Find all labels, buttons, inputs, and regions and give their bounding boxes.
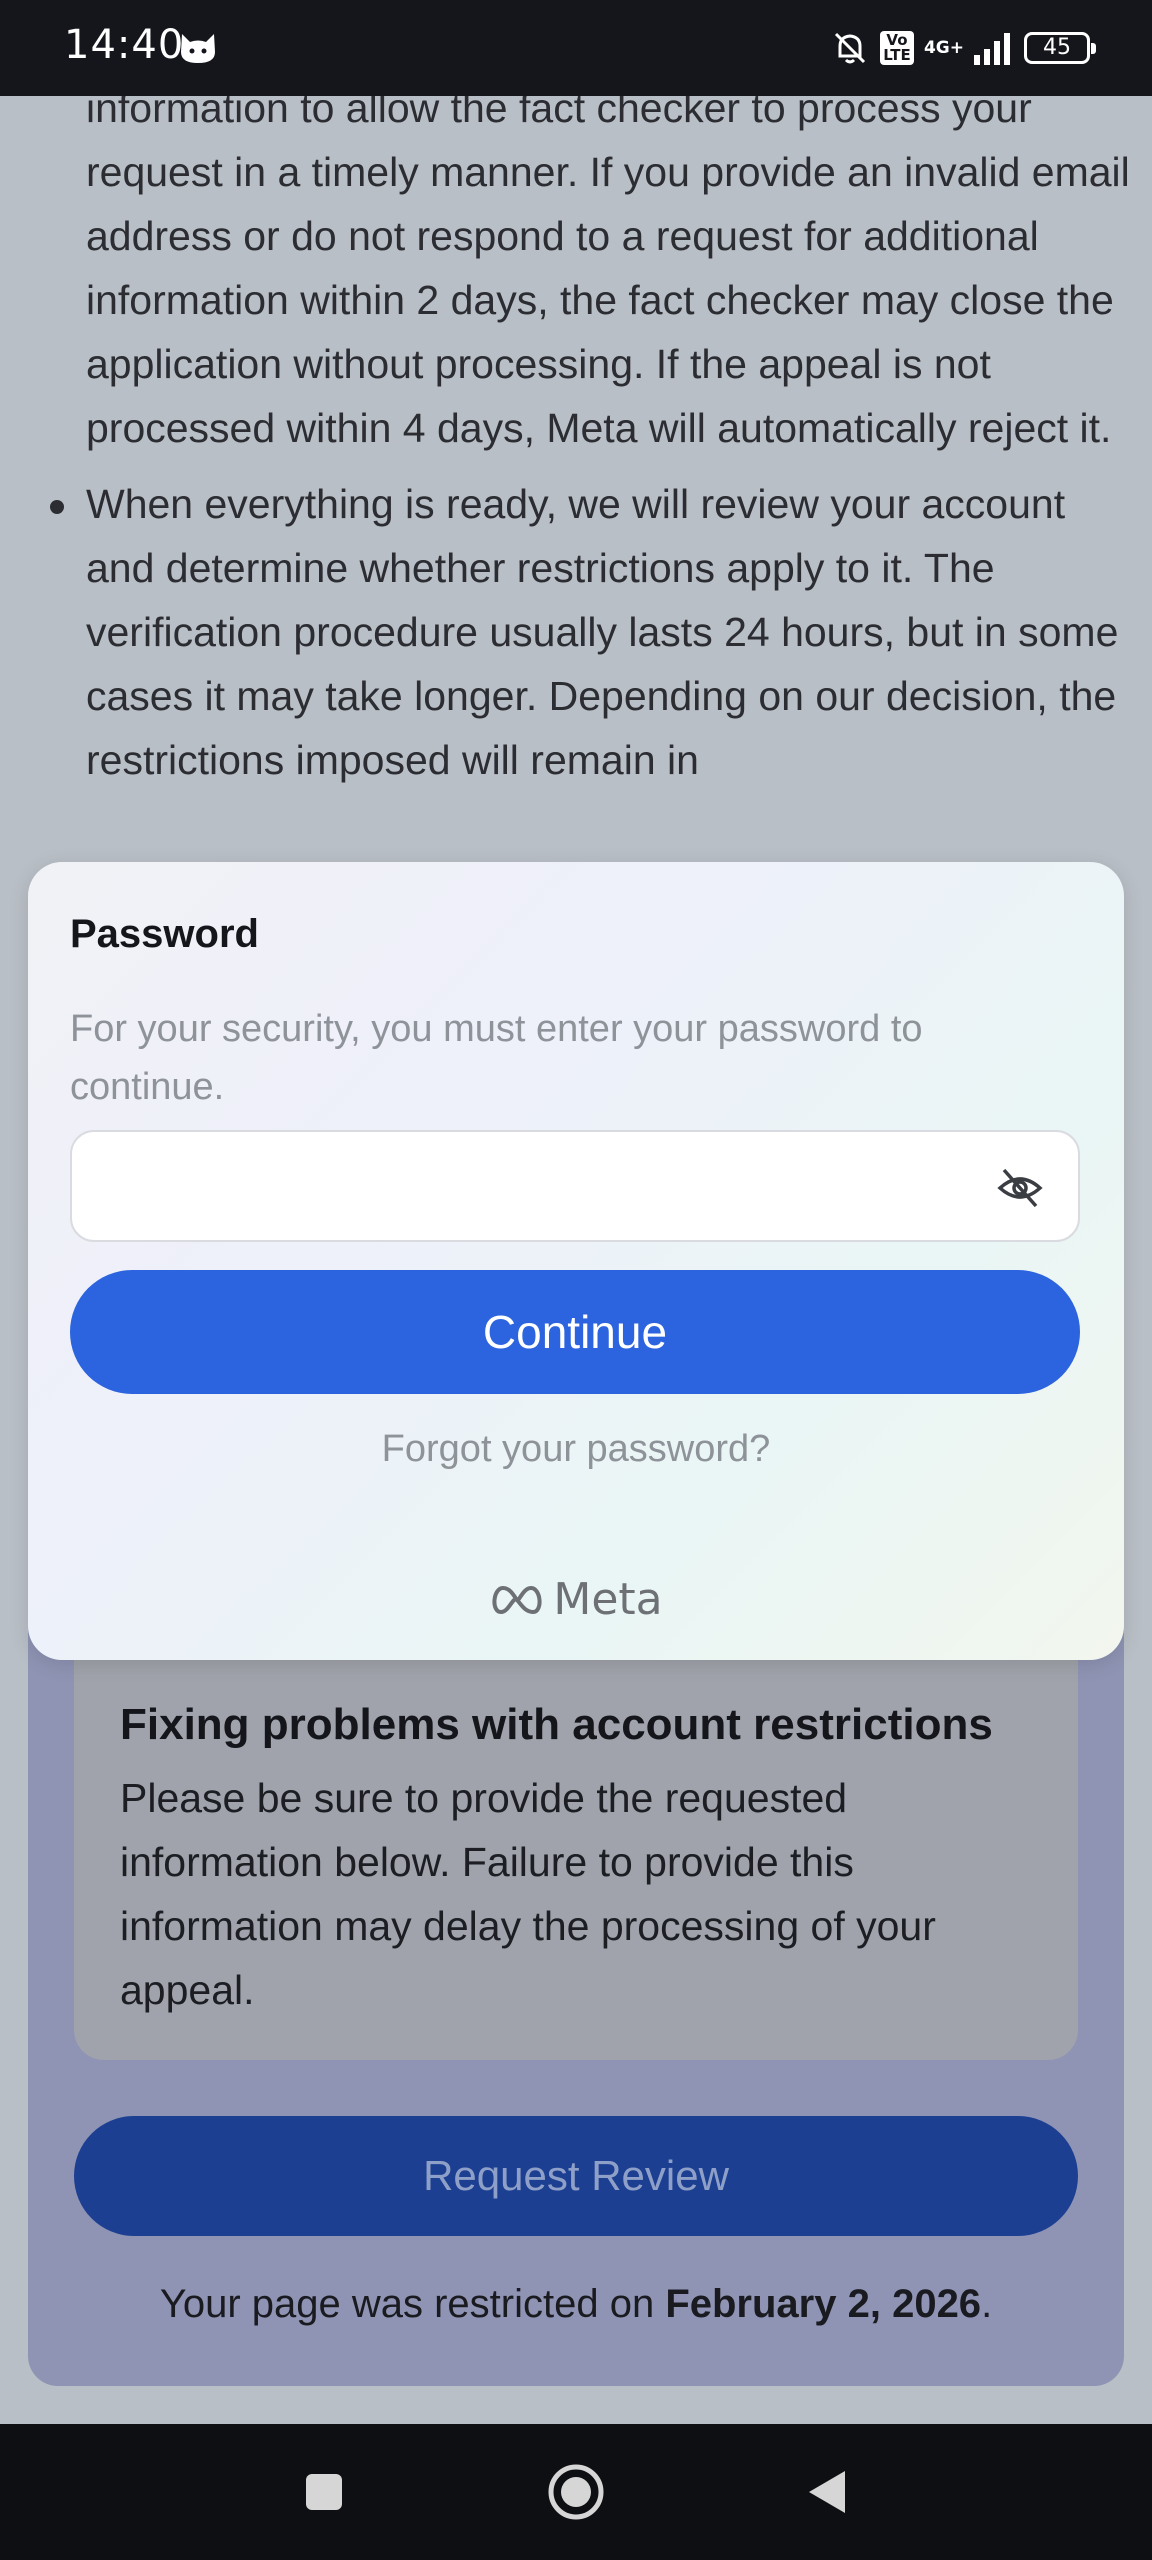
- volte-icon: Vo LTE: [879, 31, 914, 65]
- home-circle-icon: [548, 2464, 604, 2520]
- forgot-password-link[interactable]: Forgot your password?: [28, 1428, 1124, 1471]
- password-dialog: Password For your security, you must ent…: [28, 862, 1124, 1660]
- restriction-text: Please be sure to provide the requested …: [120, 1775, 936, 2013]
- list-item: information to allow the fact checker to…: [86, 96, 1130, 451]
- request-review-button[interactable]: Request Review: [74, 2116, 1078, 2236]
- restricted-date: February 2, 2026: [665, 2282, 982, 2326]
- password-field[interactable]: [70, 1130, 1080, 1242]
- network-type: 4G+: [923, 38, 964, 58]
- appeal-panel: Fixing problems with account restriction…: [28, 1596, 1124, 2386]
- navigation-bar: [0, 2424, 1152, 2560]
- meta-wordmark: Meta: [553, 1574, 663, 1625]
- meta-logo: Meta: [28, 1574, 1124, 1625]
- restriction-date-text: Your page was restricted on February 2, …: [28, 2282, 1124, 2327]
- restricted-prefix: Your page was restricted on: [159, 2282, 666, 2326]
- eye-off-icon[interactable]: [996, 1166, 1044, 1210]
- square-icon: [306, 2474, 342, 2510]
- password-input[interactable]: [96, 1152, 976, 1222]
- recents-button[interactable]: [264, 2424, 384, 2560]
- status-bar: 14:40 Vo LTE 4G+ 45: [0, 0, 1152, 96]
- status-icons: Vo LTE 4G+ 45: [830, 26, 1096, 70]
- continue-button[interactable]: Continue: [70, 1270, 1080, 1394]
- meta-infinity-icon: [492, 1585, 542, 1614]
- bell-off-icon: [834, 32, 866, 64]
- list-item: When everything is ready, we will review…: [50, 472, 1130, 792]
- cat-icon: [181, 34, 215, 63]
- restricted-suffix: .: [981, 2282, 993, 2326]
- restriction-title: Fixing problems with account restriction…: [120, 1700, 993, 1749]
- instructions-list: information to allow the fact checker to…: [50, 96, 1130, 792]
- signal-icon: [974, 33, 1010, 65]
- back-triangle-icon: [809, 2471, 845, 2513]
- back-button[interactable]: [766, 2424, 886, 2560]
- battery-icon: 45: [1024, 32, 1096, 64]
- status-time: 14:40: [64, 22, 185, 68]
- dialog-title: Password: [70, 912, 259, 956]
- home-button[interactable]: [516, 2424, 636, 2560]
- dialog-subtitle: For your security, you must enter your p…: [70, 1008, 923, 1108]
- restriction-info-box: Fixing problems with account restriction…: [74, 1614, 1078, 2060]
